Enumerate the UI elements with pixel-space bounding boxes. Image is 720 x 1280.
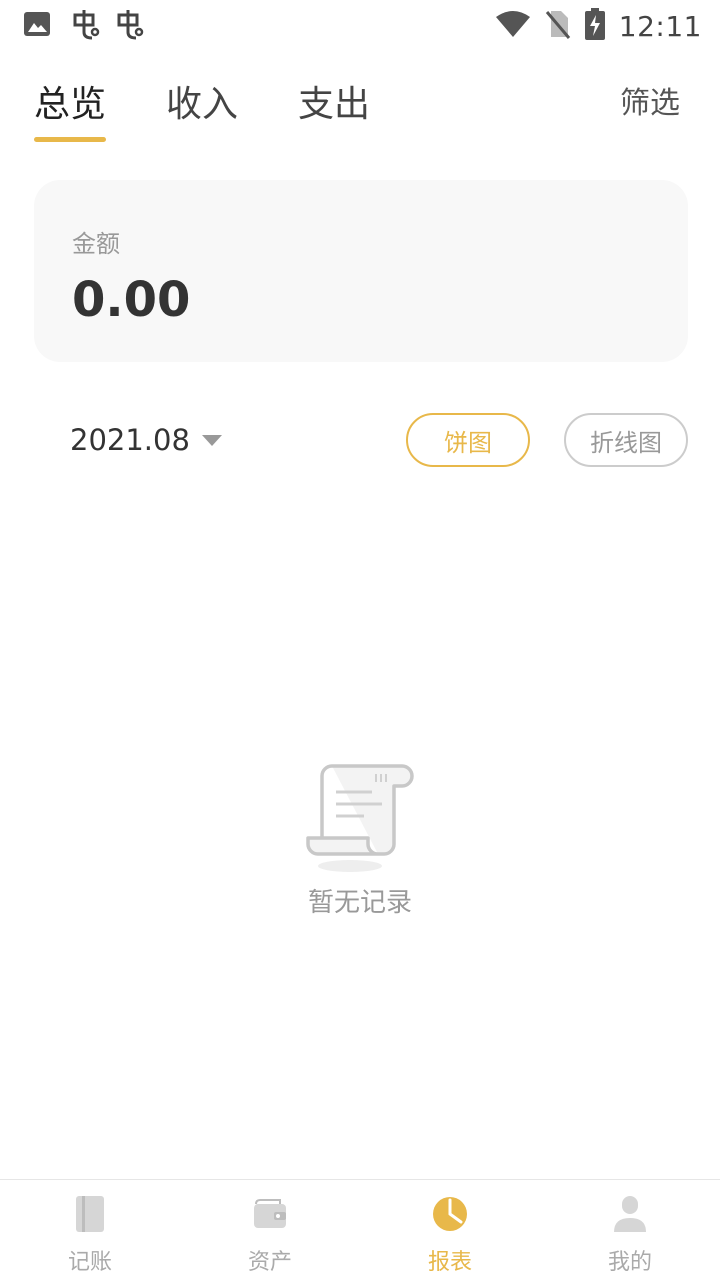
nav-label: 记账 (67, 1250, 112, 1275)
nav-item-assets[interactable]: 资产 (180, 1180, 360, 1280)
app-notification-icon (110, 6, 146, 46)
pie-chart-icon (432, 1194, 468, 1234)
app-root: 12:11 总览 收入 支出 筛选 金额 0.00 2021.08 饼图 折线图 (0, 0, 720, 1280)
nav-item-bookkeeping[interactable]: 记账 (0, 1180, 180, 1280)
tab-label: 总览 (34, 84, 107, 125)
amount-label: 金额 (72, 230, 120, 258)
summary-card: 金额 0.00 (34, 180, 688, 362)
empty-state: 暂无记录 (0, 760, 720, 920)
receipt-scroll-icon (302, 760, 418, 880)
bottom-nav: 记账 资产 报表 我的 (0, 1179, 720, 1280)
tab-active-indicator (34, 137, 107, 142)
line-chart-toggle[interactable]: 折线图 (564, 413, 688, 467)
app-notification-icon (66, 6, 102, 46)
wifi-icon (495, 9, 531, 43)
tab-overview[interactable]: 总览 (34, 82, 107, 142)
nav-label: 我的 (607, 1250, 652, 1275)
nav-item-reports[interactable]: 报表 (360, 1180, 540, 1280)
caret-down-icon (201, 434, 222, 446)
battery-charging-icon (584, 8, 605, 44)
status-right: 12:11 (495, 8, 702, 44)
period-selector[interactable]: 2021.08 (70, 418, 222, 462)
wallet-icon (252, 1194, 288, 1234)
nav-item-profile[interactable]: 我的 (540, 1180, 720, 1280)
user-icon (612, 1194, 648, 1234)
empty-state-text: 暂无记录 (307, 888, 412, 918)
amount-value: 0.00 (72, 272, 191, 328)
tab-bar: 总览 收入 支出 筛选 (0, 70, 720, 150)
notebook-icon (72, 1194, 108, 1234)
tab-label: 支出 (298, 84, 371, 125)
line-chart-toggle-label: 折线图 (590, 428, 662, 457)
status-bar: 12:11 (0, 0, 720, 52)
image-icon (22, 9, 52, 43)
pie-chart-toggle[interactable]: 饼图 (406, 413, 530, 467)
status-time: 12:11 (618, 9, 702, 43)
no-sim-icon (545, 9, 571, 43)
filter-button[interactable]: 筛选 (620, 84, 680, 124)
nav-label: 报表 (427, 1250, 472, 1275)
pie-chart-toggle-label: 饼图 (444, 428, 492, 457)
nav-label: 资产 (247, 1250, 292, 1275)
tab-expense[interactable]: 支出 (298, 82, 370, 142)
period-value: 2021.08 (70, 423, 190, 457)
tab-label: 收入 (166, 84, 239, 125)
tab-income[interactable]: 收入 (166, 82, 238, 142)
status-left (22, 8, 146, 44)
